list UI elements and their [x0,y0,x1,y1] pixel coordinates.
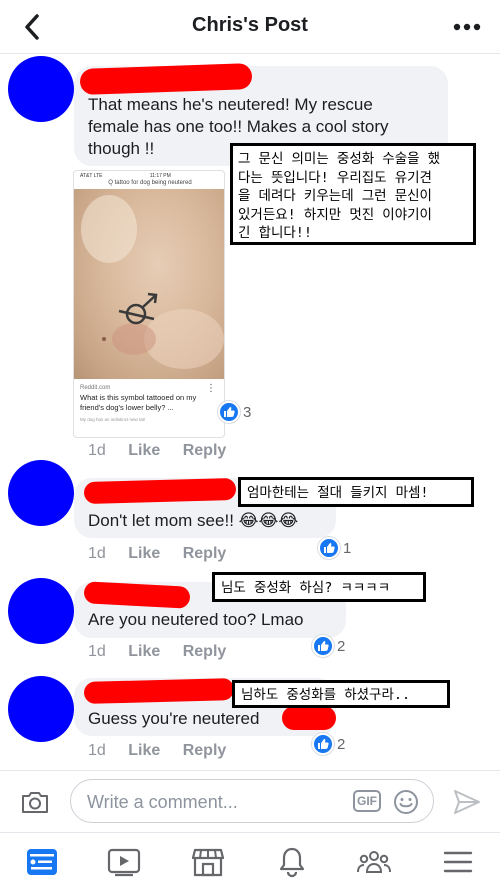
comment-input[interactable]: Write a comment... GIF [70,779,434,823]
reply-button[interactable]: Reply [183,742,227,759]
comment-actions: 1d Like Reply [88,643,244,661]
send-icon [454,790,480,814]
tab-news-feed[interactable] [22,845,62,879]
like-button[interactable]: Like [128,442,160,459]
redacted-name [83,678,235,704]
reply-button[interactable]: Reply [183,442,227,459]
menu-icon [443,851,473,873]
news-feed-icon [27,849,57,875]
camera-button[interactable] [20,789,50,815]
redacted-name [282,706,336,730]
reply-button[interactable]: Reply [183,643,227,660]
reaction-count[interactable]: 1 [318,536,351,560]
comment-actions: 1d Like Reply [88,442,244,460]
comment-text: Don't let mom see!! 😂😂😂 [88,511,299,530]
camera-icon [22,792,48,813]
like-button[interactable]: Like [128,545,160,562]
like-button[interactable]: Like [128,742,160,759]
notifications-icon [279,847,305,878]
reaction-count[interactable]: 2 [312,634,345,658]
translation-overlay: 님하도 중성화를 하셨구라.. [232,680,450,708]
thumbs-up-icon [318,537,340,559]
redacted-name [83,478,237,504]
redacted-name [83,581,191,609]
comment-text: Guess you're neutered [88,709,260,728]
top-bar: Chris's Post [0,0,500,54]
reaction-count[interactable]: 3 [218,400,251,424]
translation-overlay: 엄마한테는 절대 들키지 마셈! [238,477,474,507]
redacted-name [79,63,253,95]
translation-overlay: 그 문신 의미는 중성화 수술을 했 다는 뜻입니다! 우리집도 유기견 을 데… [230,143,476,245]
timestamp: 1d [88,545,106,562]
translation-overlay: 님도 중성화 하심? ㅋㅋㅋㅋ [212,572,426,602]
avatar[interactable] [8,578,74,644]
marketplace-icon [191,848,225,877]
shared-image-card[interactable]: AT&T LTE 11:17 PM Q tattoo for dog being… [73,170,225,438]
comment-text: Are you neutered too? Lmao [88,610,304,629]
emoji-button[interactable] [393,789,419,815]
timestamp: 1d [88,442,106,459]
tab-groups[interactable] [354,845,394,879]
reply-button[interactable]: Reply [183,545,227,562]
like-button[interactable]: Like [128,643,160,660]
more-dots-icon [453,23,481,31]
send-button[interactable] [452,788,482,816]
gif-button[interactable]: GIF [353,790,381,812]
tab-marketplace[interactable] [188,845,228,879]
comment-composer: Write a comment... GIF [0,770,500,832]
timestamp: 1d [88,742,106,759]
page-title: Chris's Post [192,14,308,36]
card-info: Reddit.com What is this symbol tattooed … [80,385,197,422]
avatar[interactable] [8,460,74,526]
tab-menu[interactable] [438,845,478,879]
comment-actions: 1d Like Reply [88,742,244,760]
tab-notifications[interactable] [272,845,312,879]
dog-tattoo-photo [74,189,224,379]
avatar[interactable] [8,56,74,122]
comment-actions: 1d Like Reply [88,545,244,563]
reaction-count[interactable]: 2 [312,732,345,756]
avatar[interactable] [8,676,74,742]
tab-watch[interactable] [104,845,144,879]
timestamp: 1d [88,643,106,660]
card-more-icon: ⋮ [206,383,216,394]
neutered-symbol-icon [81,195,224,369]
comment-placeholder: Write a comment... [87,792,238,812]
smiley-icon [394,790,418,814]
thumbs-up-icon [218,401,240,423]
thumbs-up-icon [312,733,334,755]
watch-icon [107,848,141,877]
groups-icon [357,851,391,873]
thumbs-up-icon [312,635,334,657]
bottom-tab-bar [0,832,500,890]
more-options-button[interactable] [452,14,482,40]
card-search-query: Q tattoo for dog being neutered [108,180,192,186]
